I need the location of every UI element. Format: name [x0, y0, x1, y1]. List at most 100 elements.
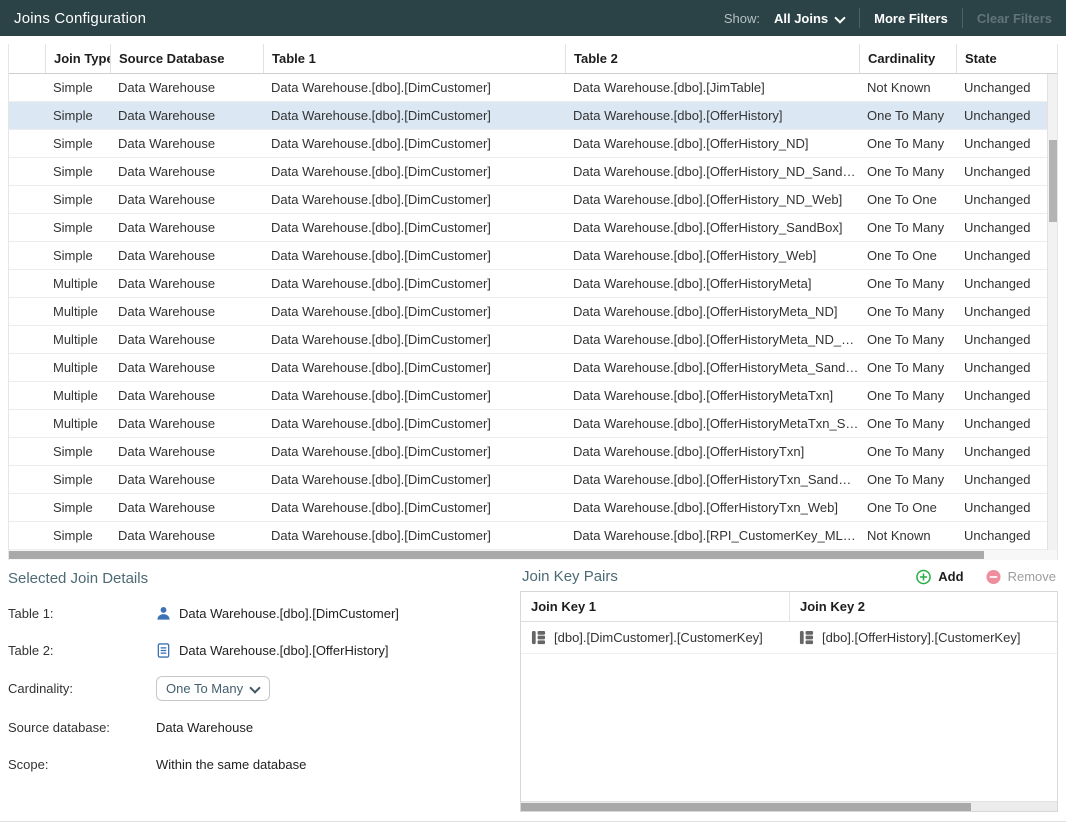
join-key-pairs-table-body: [dbo].[DimCustomer].[CustomerKey] [dbo].…	[521, 622, 1057, 654]
column-header-join-key-1[interactable]: Join Key 1	[521, 599, 789, 614]
cell-card: One To Many	[859, 444, 956, 459]
table-row[interactable]: MultipleData Warehouse Data Warehouse.[db…	[9, 354, 1047, 382]
table-row[interactable]: SimpleData WarehouseData Warehouse.[dbo]…	[9, 466, 1047, 494]
page-title: Joins Configuration	[14, 10, 146, 27]
cell-state: Unchanged	[956, 192, 1047, 207]
column-header-cardinality[interactable]: Cardinality	[859, 44, 956, 73]
joins-table-body: SimpleData WarehouseData Warehouse.[dbo]…	[9, 74, 1057, 550]
cell-t2: Data Warehouse.[dbo].[OfferHistoryMeta]	[565, 276, 859, 291]
cell-sd: Data Warehouse	[110, 276, 263, 291]
column-header-table-1[interactable]: Table 1	[263, 44, 565, 73]
table-row[interactable]: MultipleData WarehouseData Warehouse.[db…	[9, 410, 1047, 438]
person-icon	[156, 606, 171, 621]
cell-sd: Data Warehouse	[110, 360, 263, 375]
cell-card: One To Many	[859, 136, 956, 151]
detail-field-scope: Scope: Within the same database	[8, 753, 508, 775]
cell-state: Unchanged	[956, 332, 1047, 347]
cell-t2: Data Warehouse.[dbo].[OfferHistoryMeta_N…	[565, 332, 859, 347]
cell-t2: Data Warehouse.[dbo].[OfferHistory]	[565, 108, 859, 123]
table-row[interactable]: MultipleData Warehouse Data Warehouse.[db…	[9, 270, 1047, 298]
column-header-state[interactable]: State	[956, 44, 1047, 73]
table-row[interactable]: SimpleData Warehouse Data Warehouse.[dbo]…	[9, 214, 1047, 242]
cell-t2: Data Warehouse.[dbo].[OfferHistoryMeta_S…	[565, 360, 859, 375]
cell-state: Unchanged	[956, 220, 1047, 235]
horizontal-scrollbar[interactable]	[9, 550, 1057, 560]
add-icon	[916, 569, 931, 584]
join-key-pairs-empty-area	[521, 654, 1057, 801]
keys-horizontal-scrollbar[interactable]	[521, 801, 1057, 811]
vertical-scrollbar-thumb[interactable]	[1049, 140, 1057, 222]
table-row[interactable]: SimpleData WarehouseData Warehouse.[dbo]…	[9, 242, 1047, 270]
cell-jt: Multiple	[45, 276, 110, 291]
cell-t2: Data Warehouse.[dbo].[OfferHistoryTxn_Sa…	[565, 472, 859, 487]
table-row[interactable]: SimpleData WarehouseData Warehouse.[dbo]…	[9, 438, 1047, 466]
add-key-pair-button[interactable]: Add	[916, 569, 963, 584]
table-row[interactable]: MultipleData WarehouseData Warehouse.[db…	[9, 382, 1047, 410]
cell-sd: Data Warehouse	[110, 192, 263, 207]
cell-state: Unchanged	[956, 276, 1047, 291]
cell-card: One To Many	[859, 276, 956, 291]
bottom-panels: Selected Join Details Table 1: Data Ware…	[0, 560, 1066, 822]
column-header-gutter	[9, 44, 45, 73]
cell-sd: Data Warehouse	[110, 332, 263, 347]
detail-field-cardinality: Cardinality: One To Many	[8, 676, 508, 701]
more-filters-button[interactable]: More Filters	[874, 11, 948, 26]
cell-t2: Data Warehouse.[dbo].[OfferHistoryTxn_We…	[565, 500, 859, 515]
column-header-table-2[interactable]: Table 2	[565, 44, 859, 73]
cell-state: Unchanged	[956, 164, 1047, 179]
cell-sd: Data Warehouse	[110, 220, 263, 235]
table-row[interactable]: SimpleData WarehouseData Warehouse.[dbo]…	[9, 102, 1047, 130]
cell-t1: Data Warehouse.[dbo].[DimCustomer]	[263, 388, 565, 403]
cell-t1: Data Warehouse.[dbo].[DimCustomer]	[263, 500, 565, 515]
detail-field-table-2: Table 2: Data Warehouse.[dbo].[OfferHist…	[8, 639, 508, 661]
chevron-down-icon	[835, 13, 845, 23]
table-row[interactable]: SimpleData WarehouseData Warehouse.[dbo]…	[9, 494, 1047, 522]
show-joins-dropdown[interactable]: All Joins	[774, 11, 845, 26]
join-key-pairs-table-header: Join Key 1 Join Key 2	[521, 592, 1057, 622]
cardinality-dropdown-value: One To Many	[166, 681, 243, 696]
cell-card: Not Known	[859, 528, 956, 543]
cell-sd: Data Warehouse	[110, 472, 263, 487]
join-key-pairs-panel: Join Key Pairs Add	[520, 568, 1058, 812]
field-label: Cardinality:	[8, 681, 156, 696]
cell-t2: Data Warehouse.[dbo].[OfferHistory_Web]	[565, 248, 859, 263]
column-header-join-key-2[interactable]: Join Key 2	[789, 592, 1057, 621]
key-pair-row[interactable]: [dbo].[DimCustomer].[CustomerKey] [dbo].…	[521, 622, 1057, 654]
table-row[interactable]: SimpleData WarehouseData Warehouse.[dbo]…	[9, 186, 1047, 214]
cell-state: Unchanged	[956, 500, 1047, 515]
cell-t1: Data Warehouse.[dbo].[DimCustomer]	[263, 164, 565, 179]
keys-horizontal-scrollbar-thumb[interactable]	[521, 803, 971, 811]
cell-sd: Data Warehouse	[110, 304, 263, 319]
cell-t2: Data Warehouse.[dbo].[OfferHistory_ND_Sa…	[565, 164, 859, 179]
cell-sd: Data Warehouse	[110, 136, 263, 151]
toolbar-divider	[859, 8, 860, 28]
cell-t2: Data Warehouse.[dbo].[OfferHistory_SandB…	[565, 220, 859, 235]
vertical-scrollbar[interactable]	[1047, 74, 1057, 550]
cell-jt: Simple	[45, 192, 110, 207]
cell-card: One To One	[859, 192, 956, 207]
cell-t2: Data Warehouse.[dbo].[OfferHistoryMeta_N…	[565, 304, 859, 319]
table-row[interactable]: SimpleData WarehouseData Warehouse.[dbo]…	[9, 74, 1047, 102]
table-row[interactable]: MultipleData WarehouseData Warehouse.[db…	[9, 326, 1047, 354]
cell-card: One To Many	[859, 304, 956, 319]
remove-key-pair-button[interactable]: Remove	[986, 569, 1056, 584]
join-key-pairs-header: Join Key Pairs Add	[520, 568, 1058, 591]
cell-t2: Data Warehouse.[dbo].[OfferHistoryMetaTx…	[565, 388, 859, 403]
joins-table: Join Type Source Database Table 1 Table …	[8, 44, 1058, 560]
table-row[interactable]: SimpleData WarehouseData Warehouse.[dbo]…	[9, 130, 1047, 158]
cell-jt: Simple	[45, 220, 110, 235]
table-row[interactable]: SimpleData WarehouseData Warehouse.[dbo]…	[9, 522, 1047, 550]
horizontal-scrollbar-thumb[interactable]	[9, 551, 984, 559]
table-row[interactable]: MultipleData WarehouseData Warehouse.[db…	[9, 298, 1047, 326]
document-icon	[156, 643, 171, 658]
table-row[interactable]: SimpleData WarehouseData Warehouse.[dbo]…	[9, 158, 1047, 186]
key-cell: [dbo].[OfferHistory].[CustomerKey]	[789, 622, 1057, 653]
cell-t1: Data Warehouse.[dbo].[DimCustomer]	[263, 108, 565, 123]
clear-filters-button[interactable]: Clear Filters	[977, 11, 1052, 26]
cell-jt: Simple	[45, 80, 110, 95]
column-header-source-database[interactable]: Source Database	[110, 44, 263, 73]
cell-jt: Multiple	[45, 360, 110, 375]
column-header-join-type[interactable]: Join Type	[45, 44, 110, 73]
cardinality-dropdown[interactable]: One To Many	[156, 676, 270, 701]
keys-actions: Add Remove	[916, 569, 1056, 584]
